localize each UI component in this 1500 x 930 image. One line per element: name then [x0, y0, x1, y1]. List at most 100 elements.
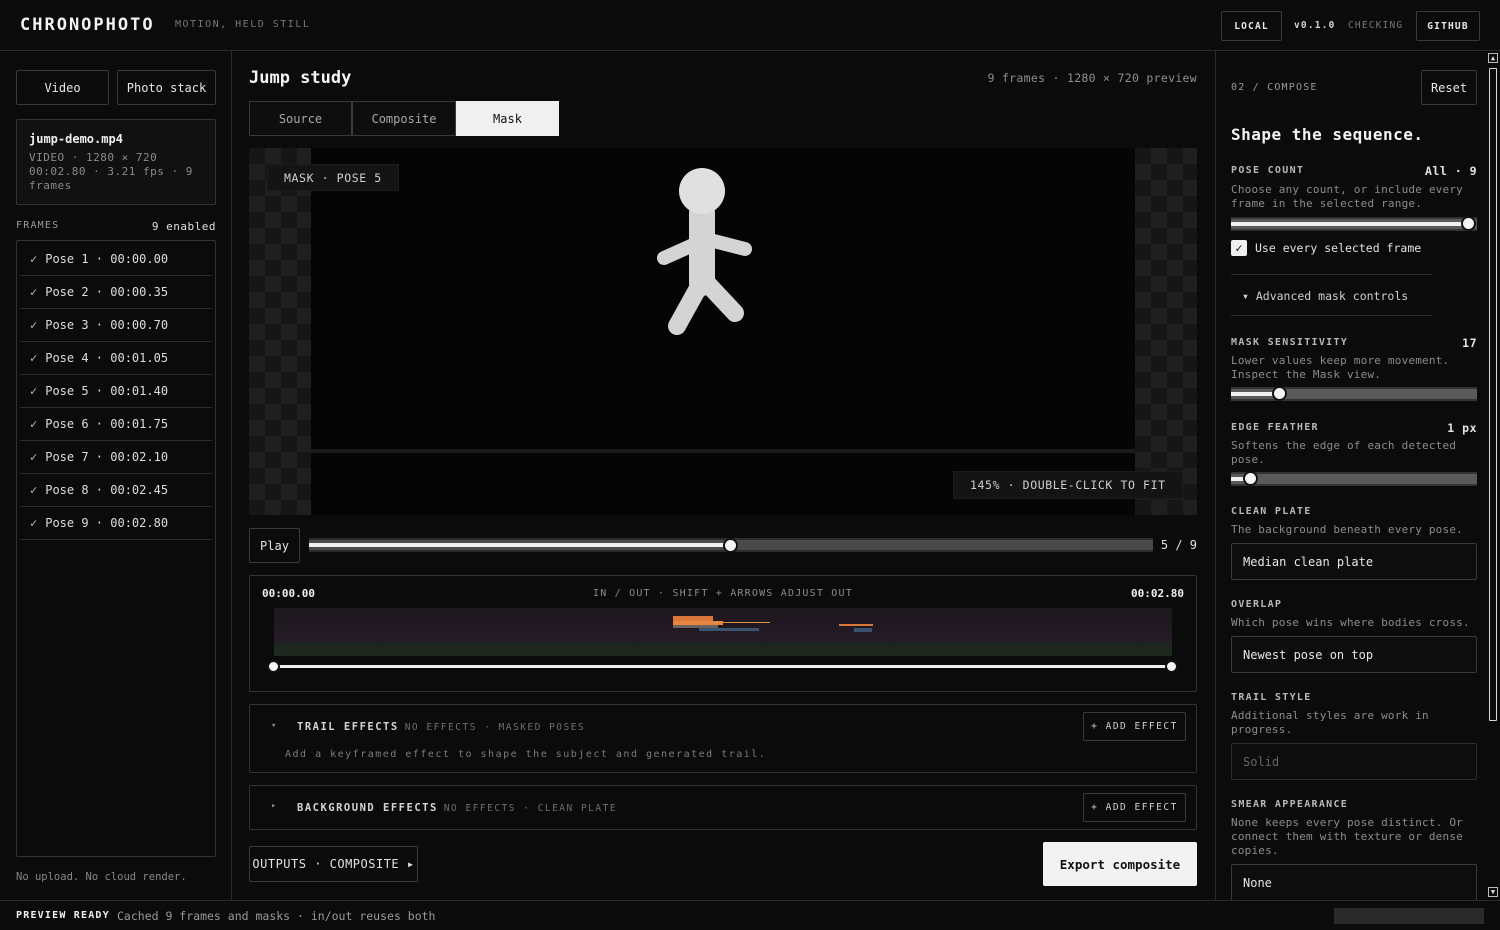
check-icon[interactable]: ✓ [30, 516, 37, 530]
viewer-mode-label: MASK · POSE 5 [267, 164, 399, 191]
check-icon[interactable]: ✓ [30, 384, 37, 398]
edge-feather-slider[interactable] [1231, 471, 1477, 486]
add-background-effect-button[interactable]: + ADD EFFECT [1083, 793, 1186, 822]
frame-item[interactable]: ✓ Pose 4 · 00:01.05 [20, 342, 212, 375]
trail-effects-title-text: TRAIL EFFECTS [297, 721, 399, 733]
compose-panel: 02 / COMPOSE Reset Shape the sequence. P… [1215, 51, 1500, 900]
scrollbar-thumb[interactable] [1489, 68, 1497, 721]
tab-source[interactable]: Source [249, 101, 352, 136]
motion-trace [694, 622, 770, 623]
frame-item[interactable]: ✓ Pose 9 · 00:02.80 [20, 507, 212, 540]
local-button[interactable]: LOCAL [1221, 11, 1282, 41]
status-state: PREVIEW READY [16, 910, 110, 921]
scroll-up-icon[interactable]: ▲ [1488, 53, 1498, 63]
motion-trace [699, 628, 759, 631]
export-composite-button[interactable]: Export composite [1043, 842, 1197, 886]
frame-label: Pose 3 · 00:00.70 [45, 318, 169, 332]
tab-composite[interactable]: Composite [352, 101, 456, 136]
frame-label: Pose 8 · 00:02.45 [45, 483, 169, 497]
frame-item[interactable]: ✓ Pose 8 · 00:02.45 [20, 474, 212, 507]
edge-feather-label-text: EDGE FEATHER [1231, 422, 1319, 433]
github-button[interactable]: GITHUB [1416, 11, 1480, 41]
trail-style-select[interactable]: Solid [1231, 743, 1477, 780]
edge-feather-value: 1 px [1447, 421, 1477, 435]
frame-label: Pose 1 · 00:00.00 [45, 252, 169, 266]
file-name: jump-demo.mp4 [29, 132, 123, 146]
file-meta-line: 00:02.80 · 3.21 fps · 9 [29, 165, 193, 178]
mask-silhouette [657, 168, 752, 335]
frame-item[interactable]: ✓ Pose 6 · 00:01.75 [20, 408, 212, 441]
check-icon[interactable]: ✓ [30, 483, 37, 497]
in-point-handle[interactable] [267, 660, 280, 673]
playback-row: Play 5 / 9 [249, 528, 1197, 563]
transparency-checker [249, 148, 311, 515]
frame-label: Pose 2 · 00:00.35 [45, 285, 169, 299]
scroll-down-icon[interactable]: ▼ [1488, 887, 1498, 897]
frames-label: FRAMES [16, 220, 60, 231]
check-icon[interactable]: ✓ [30, 351, 37, 365]
outputs-button[interactable]: OUTPUTS · COMPOSITE ▸ [249, 846, 418, 882]
frame-label: Pose 5 · 00:01.40 [45, 384, 169, 398]
out-point-handle[interactable] [1165, 660, 1178, 673]
frame-label: Pose 9 · 00:02.80 [45, 516, 169, 530]
use-every-frame-checkbox[interactable]: ✓ [1231, 240, 1247, 256]
privacy-note: No upload. No cloud render. [16, 871, 187, 883]
motion-trace [839, 624, 873, 626]
expand-caret-icon[interactable]: ▸ [271, 801, 276, 811]
trail-style-label: TRAIL STYLE [1231, 692, 1312, 703]
top-bar: CHRONOPHOTO MOTION, HELD STILL LOCAL v0.… [0, 0, 1500, 51]
preview-viewer[interactable]: MASK · POSE 5 145% · DOUBLE-CLICK TO FIT [249, 148, 1197, 515]
zoom-label[interactable]: 145% · DOUBLE-CLICK TO FIT [953, 471, 1183, 499]
frames-count: 9 enabled [151, 220, 216, 233]
check-icon[interactable]: ✓ [30, 252, 37, 266]
mask-sensitivity-slider[interactable] [1231, 386, 1477, 401]
scrubber-fill [309, 543, 731, 547]
pose-count-slider[interactable] [1231, 216, 1477, 231]
frame-item[interactable]: ✓ Pose 7 · 00:02.10 [20, 441, 212, 474]
check-icon[interactable]: ✓ [30, 417, 37, 431]
right-panel-scrollbar[interactable]: ▲ ▼ [1487, 51, 1499, 900]
pose-count-label: POSE COUNT All · 9 [1231, 164, 1477, 178]
frame-scrubber[interactable] [309, 538, 1153, 553]
slider-handle[interactable] [1461, 216, 1476, 231]
tab-mask[interactable]: Mask [456, 101, 559, 136]
pose-count-description: Choose any count, or include every frame… [1231, 183, 1463, 210]
compose-heading: Shape the sequence. [1231, 125, 1424, 144]
scrubber-handle[interactable] [723, 538, 738, 553]
clean-plate-label: CLEAN PLATE [1231, 506, 1312, 517]
mask-sensitivity-label-text: MASK SENSITIVITY [1231, 337, 1349, 348]
frame-counter: 5 / 9 [1160, 538, 1197, 552]
advanced-mask-controls-toggle[interactable]: ▾ Advanced mask controls [1231, 274, 1432, 316]
trail-effects-subtitle: NO EFFECTS · MASKED POSES [404, 722, 586, 733]
timeline: 00:00.00 IN / OUT · SHIFT + ARROWS ADJUS… [249, 575, 1197, 692]
frame-label: Pose 7 · 00:02.10 [45, 450, 169, 464]
transparency-checker [1135, 148, 1197, 515]
slider-handle[interactable] [1272, 386, 1288, 401]
frame-item[interactable]: ✓ Pose 3 · 00:00.70 [20, 309, 212, 342]
timeline-filmstrip[interactable] [274, 608, 1172, 656]
play-button[interactable]: Play [249, 528, 300, 563]
check-icon[interactable]: ✓ [30, 285, 37, 299]
mask-sensitivity-value: 17 [1462, 336, 1477, 350]
add-trail-effect-button[interactable]: + ADD EFFECT [1083, 712, 1186, 741]
frame-item[interactable]: ✓ Pose 1 · 00:00.00 [20, 243, 212, 276]
check-icon[interactable]: ✓ [30, 318, 37, 332]
frame-item[interactable]: ✓ Pose 5 · 00:01.40 [20, 375, 212, 408]
file-meta-line: VIDEO · 1280 × 720 [29, 151, 158, 164]
trail-effects-title: TRAIL EFFECTS NO EFFECTS · MASKED POSES [297, 721, 585, 733]
frame-item[interactable]: ✓ Pose 2 · 00:00.35 [20, 276, 212, 309]
check-icon[interactable]: ✓ [30, 450, 37, 464]
collapse-caret-icon[interactable]: ▾ [271, 721, 276, 731]
progress-track [1334, 908, 1484, 924]
file-card: jump-demo.mp4 VIDEO · 1280 × 720 00:02.8… [16, 119, 216, 205]
project-title: Jump study [249, 68, 352, 88]
background-effects-title: BACKGROUND EFFECTS NO EFFECTS · CLEAN PLA… [297, 802, 617, 814]
mode-photo-stack-button[interactable]: Photo stack [117, 70, 216, 105]
slider-handle[interactable] [1242, 471, 1258, 486]
smear-appearance-select[interactable]: None [1231, 864, 1477, 900]
frames-list: ✓ Pose 1 · 00:00.00 ✓ Pose 2 · 00:00.35 ✓ Pos… [16, 240, 216, 857]
mode-video-button[interactable]: Video [16, 70, 109, 105]
reset-button[interactable]: Reset [1421, 70, 1477, 105]
clean-plate-select[interactable]: Median clean plate [1231, 543, 1477, 580]
overlap-select[interactable]: Newest pose on top [1231, 636, 1477, 673]
